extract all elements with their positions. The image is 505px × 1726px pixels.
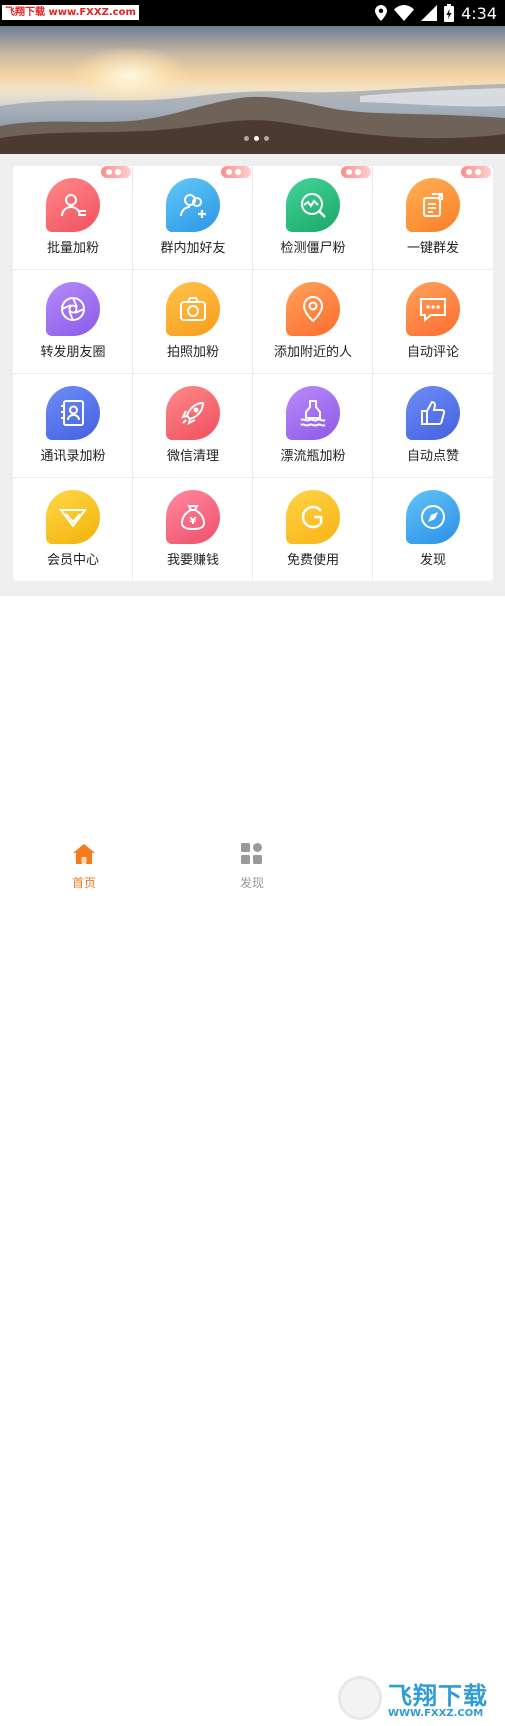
- grid-item-label: 会员中心: [46, 553, 99, 568]
- tab-home[interactable]: 首页: [34, 836, 134, 900]
- grid-item-label: 一键群发: [406, 241, 459, 256]
- new-badge: [461, 166, 491, 178]
- grid-item-label: 我要赚钱: [166, 553, 219, 568]
- location-icon: [286, 282, 340, 336]
- home-icon: [73, 844, 95, 864]
- banner-mountains: [0, 84, 505, 154]
- rocket-icon: [166, 386, 220, 440]
- clock: 4:34: [461, 3, 497, 23]
- grid-item-2[interactable]: 群内加好友: [133, 166, 253, 270]
- wifi-icon: [394, 5, 415, 21]
- grid-item-label: 漂流瓶加粉: [280, 449, 346, 464]
- grid-item-label: 群内加好友: [160, 241, 226, 256]
- grid-item-label: 微信清理: [166, 449, 219, 464]
- grid-apps-icon: [241, 843, 262, 864]
- vip-icon: [46, 490, 100, 544]
- watermark-big-text: 飞翔下载: [388, 1682, 488, 1710]
- grid-item-label: 免费使用: [286, 553, 339, 568]
- grid-item-4[interactable]: 一键群发: [373, 166, 493, 270]
- watermark-circle: [338, 1676, 382, 1720]
- banner-pager: [244, 136, 269, 141]
- grid-item-3[interactable]: 检测僵尸粉: [253, 166, 373, 270]
- grid-item-label: 批量加粉: [46, 241, 99, 256]
- grid-item-label: 拍照加粉: [166, 345, 219, 360]
- grid-item-11[interactable]: 漂流瓶加粉: [253, 374, 373, 478]
- grid-item-12[interactable]: 自动点赞: [373, 374, 493, 478]
- thumbs-up-icon: [406, 386, 460, 440]
- comment-icon: [406, 282, 460, 336]
- feature-grid: 批量加粉 群内加好友 检测僵尸粉 一键群发转发朋友圈 拍照加粉 添加附近的人 自动评论通讯录…: [13, 166, 493, 582]
- camera-aperture-icon: [46, 282, 100, 336]
- grid-item-label: 自动评论: [406, 345, 459, 360]
- money-bag-icon: ¥: [166, 490, 220, 544]
- compass-icon: [406, 490, 460, 544]
- free-g-icon: [286, 490, 340, 544]
- bottom-tab-bar: 首页 发现 飞翔下载 WWW.FXXZ.COM: [0, 836, 505, 1720]
- grid-item-7[interactable]: 添加附近的人: [253, 270, 373, 374]
- camera-icon: [166, 282, 220, 336]
- status-bar: 飞翔下载 www.FXXZ.com 4:34: [0, 0, 505, 26]
- grid-item-label: 转发朋友圈: [40, 345, 106, 360]
- new-badge: [101, 166, 131, 178]
- pager-dot[interactable]: [244, 136, 249, 141]
- pager-dot-active[interactable]: [254, 136, 259, 141]
- promo-banner[interactable]: [0, 26, 505, 154]
- pager-dot[interactable]: [264, 136, 269, 141]
- add-contact-icon: [46, 178, 100, 232]
- bottle-icon: [286, 386, 340, 440]
- tab-discover-label: 发现: [239, 876, 264, 890]
- grid-item-label: 检测僵尸粉: [280, 241, 346, 256]
- grid-item-16[interactable]: 发现: [373, 478, 493, 582]
- watermark-url: WWW.FXXZ.COM: [388, 1708, 484, 1719]
- grid-item-5[interactable]: 转发朋友圈: [13, 270, 133, 374]
- grid-item-label: 自动点赞: [406, 449, 459, 464]
- grid-item-14[interactable]: ¥ 我要赚钱: [133, 478, 253, 582]
- grid-item-10[interactable]: 微信清理: [133, 374, 253, 478]
- grid-item-6[interactable]: 拍照加粉: [133, 270, 253, 374]
- location-status-icon: [375, 5, 388, 21]
- battery-icon: [444, 4, 455, 22]
- new-badge: [221, 166, 251, 178]
- svg-text:¥: ¥: [190, 516, 197, 527]
- grid-item-13[interactable]: 会员中心: [13, 478, 133, 582]
- group-add-icon: [166, 178, 220, 232]
- grid-item-label: 通讯录加粉: [40, 449, 106, 464]
- tab-home-label: 首页: [71, 876, 96, 890]
- grid-item-label: 添加附近的人: [273, 345, 352, 360]
- tab-discover[interactable]: 发现: [202, 836, 302, 900]
- grid-item-label: 发现: [419, 553, 446, 568]
- detect-icon: [286, 178, 340, 232]
- watermark-text: 飞翔下载 www.FXXZ.com: [2, 5, 139, 20]
- new-badge: [341, 166, 371, 178]
- grid-item-9[interactable]: 通讯录加粉: [13, 374, 133, 478]
- watermark-logo: 飞翔下载 WWW.FXXZ.COM: [336, 1674, 500, 1726]
- grid-item-15[interactable]: 免费使用: [253, 478, 373, 582]
- signal-icon: [421, 5, 438, 21]
- send-icon: [406, 178, 460, 232]
- grid-item-8[interactable]: 自动评论: [373, 270, 493, 374]
- grid-item-1[interactable]: 批量加粉: [13, 166, 133, 270]
- contacts-book-icon: [46, 386, 100, 440]
